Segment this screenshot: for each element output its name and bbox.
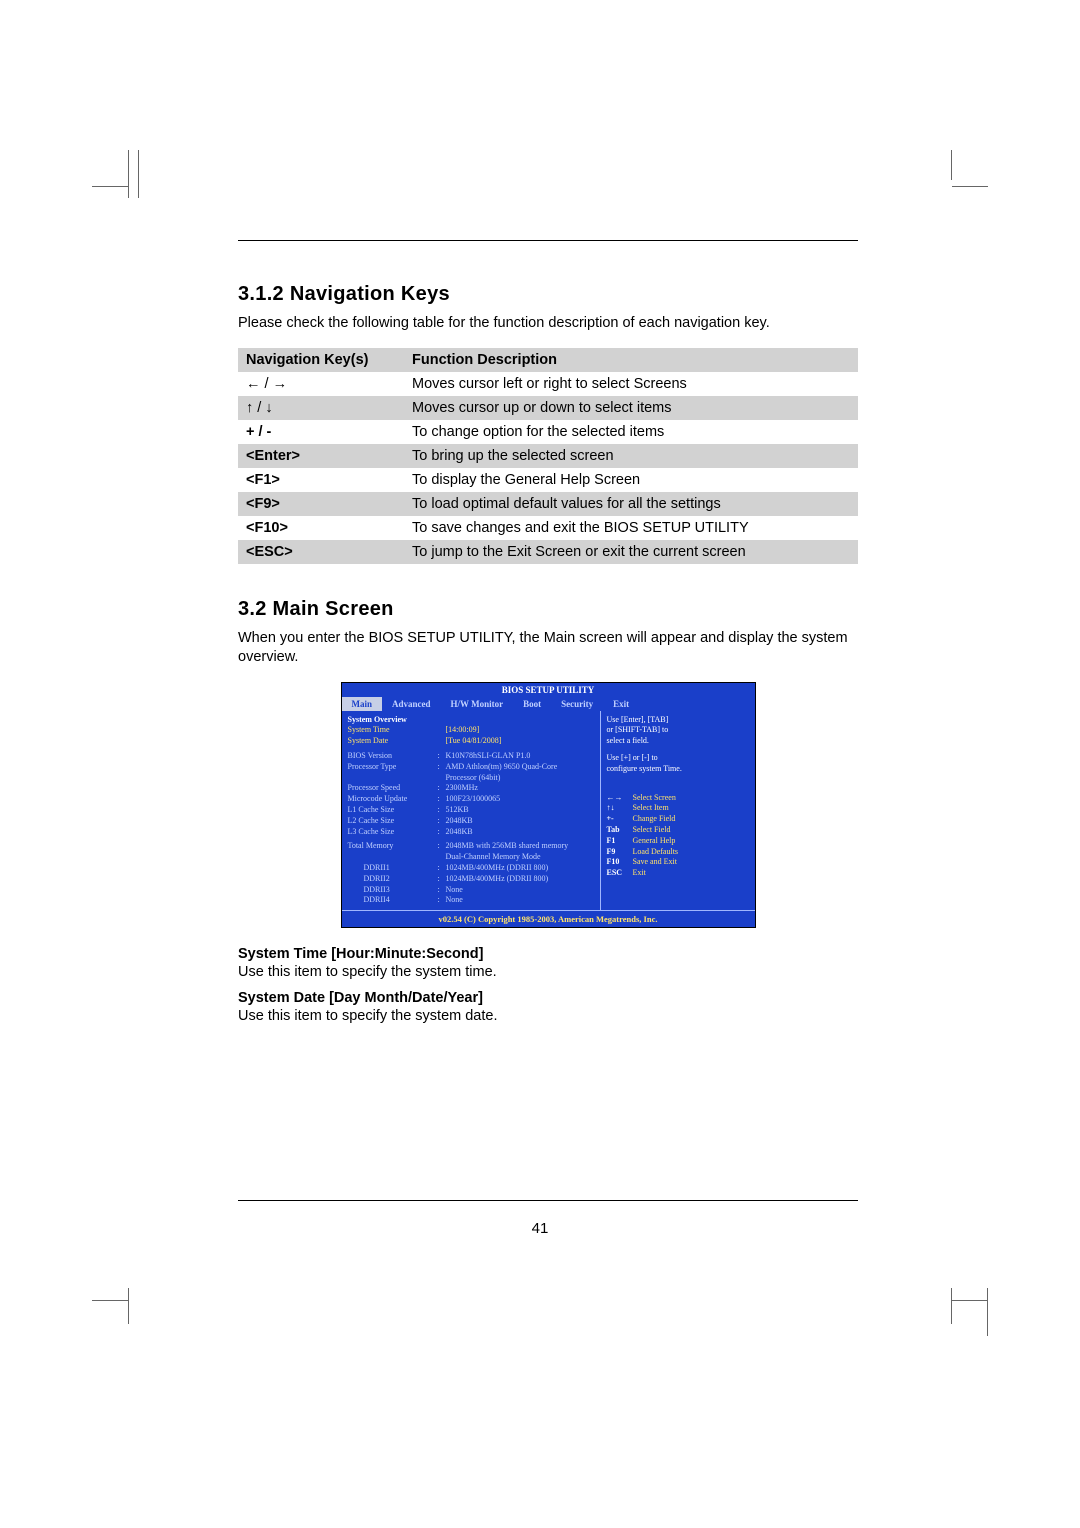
table-row: ← / →Moves cursor left or right to selec… [238,372,858,396]
crop-mark-bl [92,1288,142,1338]
bios-left-pane: System Overview System Time[14:00:09] Sy… [342,711,601,911]
bios-tab-advanced: Advanced [382,697,441,711]
navigation-keys-table: Navigation Key(s) Function Description ←… [238,348,858,564]
bios-slot-row: DDRII4:None [348,895,594,906]
bios-help-line: configure system Time. [607,764,749,775]
bios-info-row: L1 Cache Size:512KB [348,805,594,816]
table-row: <F10>To save changes and exit the BIOS S… [238,516,858,540]
top-rule [238,240,858,241]
item-system-time-desc: Use this item to specify the system time… [238,964,858,980]
table-row: + / -To change option for the selected i… [238,420,858,444]
bios-key-row: +-Change Field [607,814,749,825]
bios-key-row: TabSelect Field [607,825,749,836]
crop-mark-br [938,1288,988,1338]
bottom-rule [238,1200,858,1201]
bios-help-line: Use [+] or [-] to [607,753,749,764]
bios-info-row: L3 Cache Size:2048KB [348,827,594,838]
section-3-2-heading: 3.2 Main Screen [238,598,858,621]
bios-screenshot: BIOS SETUP UTILITY Main Advanced H/W Mon… [341,682,756,929]
bios-title: BIOS SETUP UTILITY [342,683,755,697]
bios-key-row: ←→Select Screen [607,793,749,804]
bios-info-row: L2 Cache Size:2048KB [348,816,594,827]
section-3-2-intro: When you enter the BIOS SETUP UTILITY, t… [238,629,858,668]
bios-system-overview: System Overview [348,715,594,726]
item-system-time-title: System Time [Hour:Minute:Second] [238,946,858,962]
bios-key-row: ↑↓Select Item [607,803,749,814]
bios-tab-security: Security [551,697,603,711]
bios-help-line: select a field. [607,736,749,747]
table-header-desc: Function Description [404,348,858,372]
table-row: <ESC>To jump to the Exit Screen or exit … [238,540,858,564]
table-row: <Enter>To bring up the selected screen [238,444,858,468]
bios-slot-row: DDRII2:1024MB/400MHz (DDRII 800) [348,874,594,885]
bios-memory-mode: Dual-Channel Memory Mode [348,852,594,863]
bios-tab-main: Main [342,697,383,711]
bios-help-line: Use [Enter], [TAB] [607,715,749,726]
bios-info-row: BIOS Version:K10N78hSLI-GLAN P1.0 [348,751,594,762]
bios-tab-boot: Boot [513,697,551,711]
bios-system-date: System Date[Tue 04/81/2008] [348,736,594,747]
bios-slot-row: DDRII1:1024MB/400MHz (DDRII 800) [348,863,594,874]
section-3-1-2-heading: 3.1.2 Navigation Keys [238,283,858,306]
bios-info-row: Microcode Update:100F23/1000065 [348,794,594,805]
bios-key-row: ESCExit [607,868,749,879]
page-number: 41 [0,1220,1080,1237]
bios-slot-row: DDRII3:None [348,885,594,896]
item-system-date-desc: Use this item to specify the system date… [238,1008,858,1024]
section-3-1-2-intro: Please check the following table for the… [238,314,858,334]
bios-total-memory: Total Memory:2048MB with 256MB shared me… [348,841,594,852]
bios-tabs: Main Advanced H/W Monitor Boot Security … [342,697,755,711]
bios-tab-exit: Exit [603,697,639,711]
page-content: 3.1.2 Navigation Keys Please check the f… [238,240,858,1034]
bios-system-time: System Time[14:00:09] [348,725,594,736]
item-system-date-title: System Date [Day Month/Date/Year] [238,990,858,1006]
bios-help-line: or [SHIFT-TAB] to [607,725,749,736]
crop-mark-tl [92,150,142,200]
table-row: <F1>To display the General Help Screen [238,468,858,492]
table-row: <F9>To load optimal default values for a… [238,492,858,516]
crop-mark-tr [938,150,988,200]
bios-right-pane: Use [Enter], [TAB] or [SHIFT-TAB] to sel… [601,711,755,911]
bios-info-row: Processor (64bit) [348,773,594,784]
bios-key-row: F1General Help [607,836,749,847]
bios-key-row: F10Save and Exit [607,857,749,868]
bios-footer: v02.54 (C) Copyright 1985-2003, American… [342,910,755,927]
bios-info-row: Processor Speed:2300MHz [348,783,594,794]
bios-info-row: Processor Type:AMD Athlon(tm) 9650 Quad-… [348,762,594,773]
bios-tab-hwmonitor: H/W Monitor [441,697,514,711]
table-row: ↑ / ↓Moves cursor up or down to select i… [238,396,858,420]
bios-key-row: F9Load Defaults [607,847,749,858]
table-header-key: Navigation Key(s) [238,348,404,372]
